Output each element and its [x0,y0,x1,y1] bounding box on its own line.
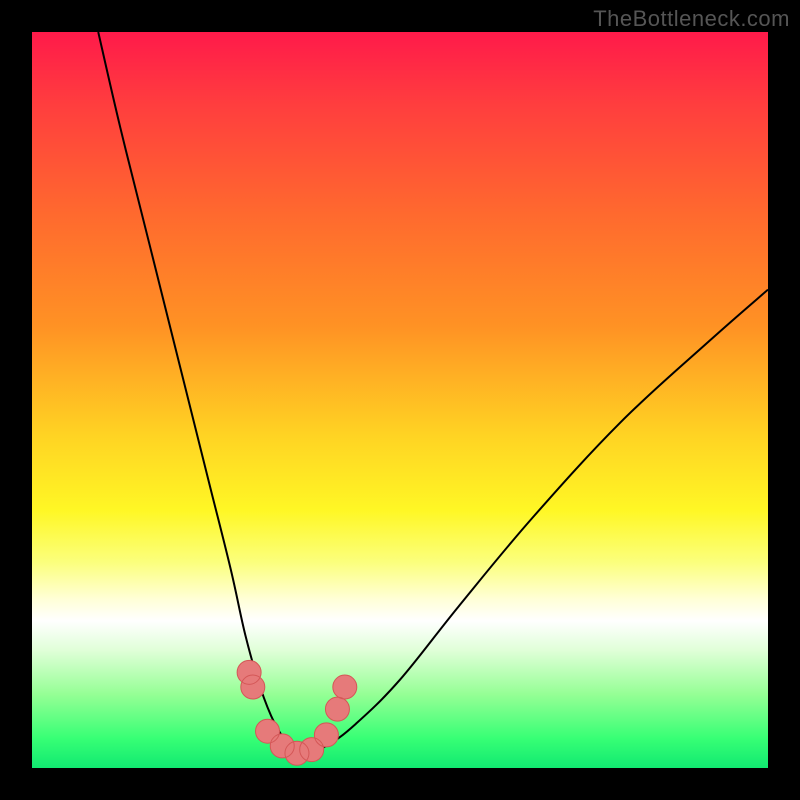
chart-svg [32,32,768,768]
plot-area [32,32,768,768]
highlight-cluster [237,660,357,765]
watermark-label: TheBottleneck.com [593,6,790,32]
curve-path [98,32,768,754]
bottleneck-curve [98,32,768,754]
marker-blob [237,660,357,765]
chart-frame: TheBottleneck.com [0,0,800,800]
